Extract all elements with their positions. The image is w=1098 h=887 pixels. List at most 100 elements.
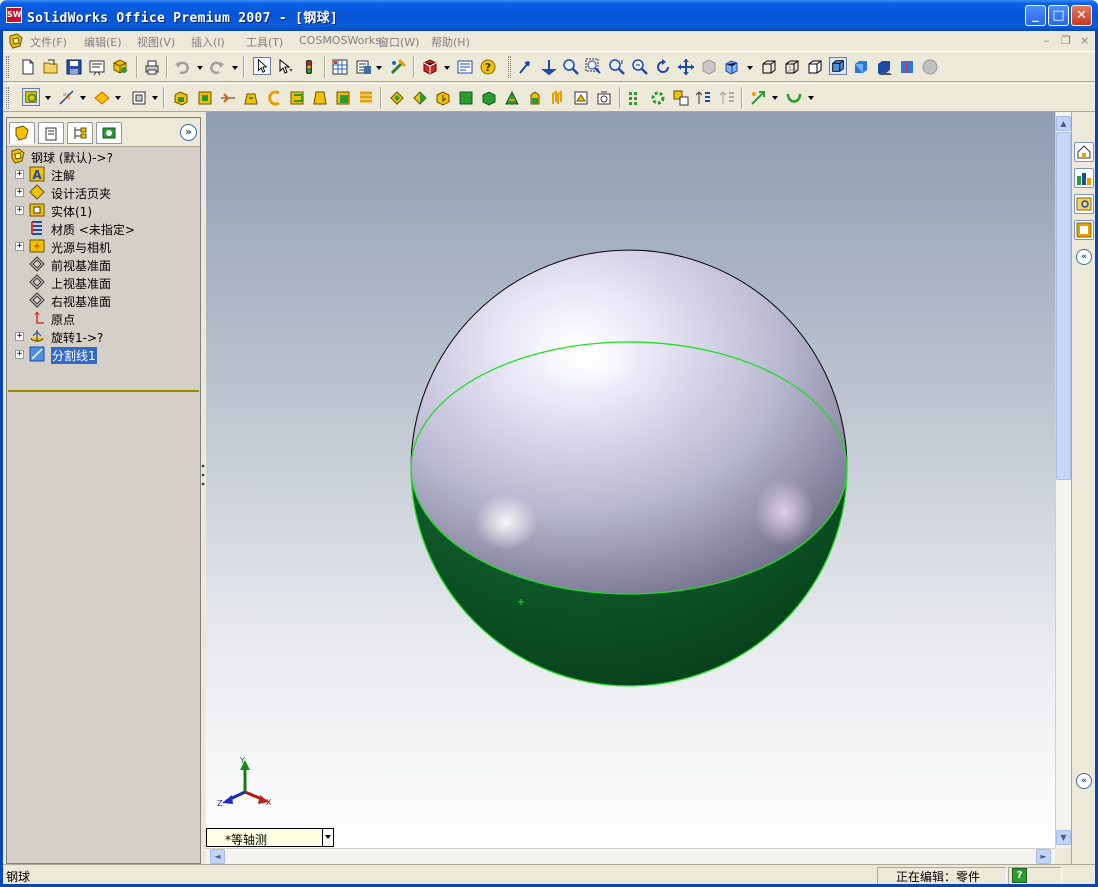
tree-item-top-plane[interactable]: 上视基准面 <box>7 273 200 291</box>
tab-feature-manager[interactable] <box>9 122 35 144</box>
hole-wizard-icon[interactable] <box>434 89 452 107</box>
section-view-icon[interactable] <box>898 58 916 76</box>
normal-to-icon[interactable] <box>540 58 558 76</box>
curve-tools-icon[interactable] <box>785 89 803 107</box>
tree-item-annotations[interactable]: + A 注解 <box>7 165 200 183</box>
extruded-boss-icon[interactable] <box>172 89 190 107</box>
toolbar-grip[interactable] <box>6 56 9 78</box>
flex-icon[interactable] <box>503 89 521 107</box>
scroll-right-button[interactable]: ► <box>1036 849 1051 864</box>
minimize-button[interactable]: _ <box>1025 5 1046 26</box>
menu-edit[interactable]: 编辑(E) <box>84 34 122 50</box>
solidworks-document-icon[interactable] <box>8 33 24 49</box>
task-list-icon[interactable] <box>456 58 474 76</box>
extruded-cut-icon[interactable] <box>265 89 283 107</box>
make-drawing-icon[interactable] <box>88 58 106 76</box>
make-assembly-icon[interactable] <box>111 58 129 76</box>
zoom-to-area-icon[interactable] <box>585 58 603 76</box>
rebuild-traffic-light-icon[interactable] <box>300 58 318 76</box>
scroll-thumb[interactable] <box>1056 132 1071 480</box>
menu-insert[interactable]: 插入(I) <box>191 34 225 50</box>
dome-icon[interactable] <box>457 89 475 107</box>
menu-file[interactable]: 文件(F) <box>30 34 67 50</box>
wrap-icon[interactable] <box>526 89 544 107</box>
model-view[interactable]: Y X Z <box>206 112 1055 848</box>
reference-geometry-icon[interactable] <box>93 89 111 107</box>
task-pane-home-button[interactable] <box>1074 142 1094 162</box>
zoom-to-selection-icon[interactable] <box>631 58 649 76</box>
sketch-driven-pattern-icon[interactable] <box>672 89 690 107</box>
curve-driven-pattern-icon[interactable] <box>649 89 667 107</box>
shadows-in-shaded-icon[interactable] <box>875 58 893 76</box>
properties-dropdown-icon[interactable] <box>376 66 382 70</box>
curve-tools-dropdown-icon[interactable] <box>808 96 814 100</box>
scroll-left-button[interactable]: ◄ <box>210 849 225 864</box>
select-filter-icon[interactable] <box>277 58 295 76</box>
close-button[interactable]: ✕ <box>1071 5 1092 26</box>
task-pane-collapse-bottom-button[interactable]: « <box>1076 773 1092 789</box>
table-driven-pattern-icon[interactable] <box>695 89 713 107</box>
zoom-to-fit-icon[interactable] <box>562 58 580 76</box>
sketch-icon[interactable] <box>22 88 40 106</box>
rollback-bar[interactable] <box>8 390 199 392</box>
standard-views-dropdown-icon[interactable] <box>747 66 753 70</box>
shaded-with-edges-icon[interactable] <box>829 57 847 75</box>
maximize-button[interactable]: □ <box>1048 5 1069 26</box>
panel-splitter-handle[interactable] <box>201 462 205 488</box>
expand-toggle[interactable]: + <box>15 350 24 359</box>
rotate-view-icon[interactable] <box>654 58 672 76</box>
print-icon[interactable] <box>143 58 161 76</box>
open-folder-icon[interactable] <box>42 58 60 76</box>
zoom-in-out-icon[interactable] <box>608 58 626 76</box>
vertical-scrollbar[interactable]: ▲ ▼ <box>1055 112 1071 848</box>
expand-toggle[interactable]: + <box>15 242 24 251</box>
menu-cosmosworks[interactable]: COSMOSWorks <box>299 34 381 47</box>
tab-property-manager[interactable] <box>38 122 64 144</box>
doc-close-button[interactable]: × <box>1080 34 1089 47</box>
help-question-icon[interactable]: ? <box>479 58 497 76</box>
expand-toggle[interactable]: + <box>15 206 24 215</box>
menu-help[interactable]: 帮助(H) <box>431 34 470 50</box>
doc-restore-button[interactable]: ❐ <box>1061 34 1071 47</box>
revolved-cut-icon[interactable] <box>288 89 306 107</box>
menu-view[interactable]: 视图(V) <box>137 34 175 50</box>
smart-dimension-icon[interactable]: % <box>58 89 76 107</box>
fillet-icon[interactable] <box>311 89 329 107</box>
task-pane-view-palette-button[interactable] <box>1074 220 1094 240</box>
shell-icon[interactable] <box>388 89 406 107</box>
task-pane-resources-button[interactable] <box>1074 168 1094 188</box>
standard-views-icon[interactable] <box>723 58 741 76</box>
tree-item-solid-bodies[interactable]: + 实体(1) <box>7 201 200 219</box>
deform-icon[interactable] <box>480 89 498 107</box>
tree-item-revolve[interactable]: + 旋转1->? <box>7 327 200 345</box>
toolbar-grip[interactable] <box>508 56 511 78</box>
tree-item-front-plane[interactable]: 前视基准面 <box>7 255 200 273</box>
tab-configuration-manager[interactable] <box>67 122 93 144</box>
title-bar[interactable]: SW SolidWorks Office Premium 2007 - [钢球]… <box>0 0 1098 31</box>
view-orientation-dropdown-button[interactable] <box>322 829 333 846</box>
revolved-boss-icon[interactable] <box>196 89 214 107</box>
draft-icon[interactable] <box>411 89 429 107</box>
redo-dropdown-icon[interactable] <box>232 66 238 70</box>
solidworks-logo-icon[interactable]: SW <box>6 7 22 23</box>
instant-3d-dropdown-icon[interactable] <box>772 96 778 100</box>
fill-pattern-icon[interactable] <box>718 89 736 107</box>
3d-content-central-icon[interactable] <box>421 58 439 76</box>
shaded-icon[interactable] <box>852 58 870 76</box>
realview-graphics-icon[interactable] <box>921 58 939 76</box>
undo-dropdown-icon[interactable] <box>197 66 203 70</box>
swept-boss-icon[interactable] <box>219 89 237 107</box>
redo-icon[interactable] <box>208 58 226 76</box>
options-grid-icon[interactable] <box>331 58 349 76</box>
mirror-icon[interactable] <box>572 89 590 107</box>
wireframe-icon[interactable] <box>760 58 778 76</box>
pan-icon[interactable] <box>677 58 695 76</box>
scroll-up-button[interactable]: ▲ <box>1056 116 1071 131</box>
tree-item-lights-cameras[interactable]: + 光源与相机 <box>7 237 200 255</box>
content-dropdown-icon[interactable] <box>444 66 450 70</box>
tab-dimxpert-manager[interactable] <box>96 122 122 144</box>
instant-3d-icon[interactable] <box>749 89 767 107</box>
hidden-lines-visible-icon[interactable] <box>783 58 801 76</box>
expand-toggle[interactable]: + <box>15 170 24 179</box>
chamfer-icon[interactable] <box>334 89 352 107</box>
